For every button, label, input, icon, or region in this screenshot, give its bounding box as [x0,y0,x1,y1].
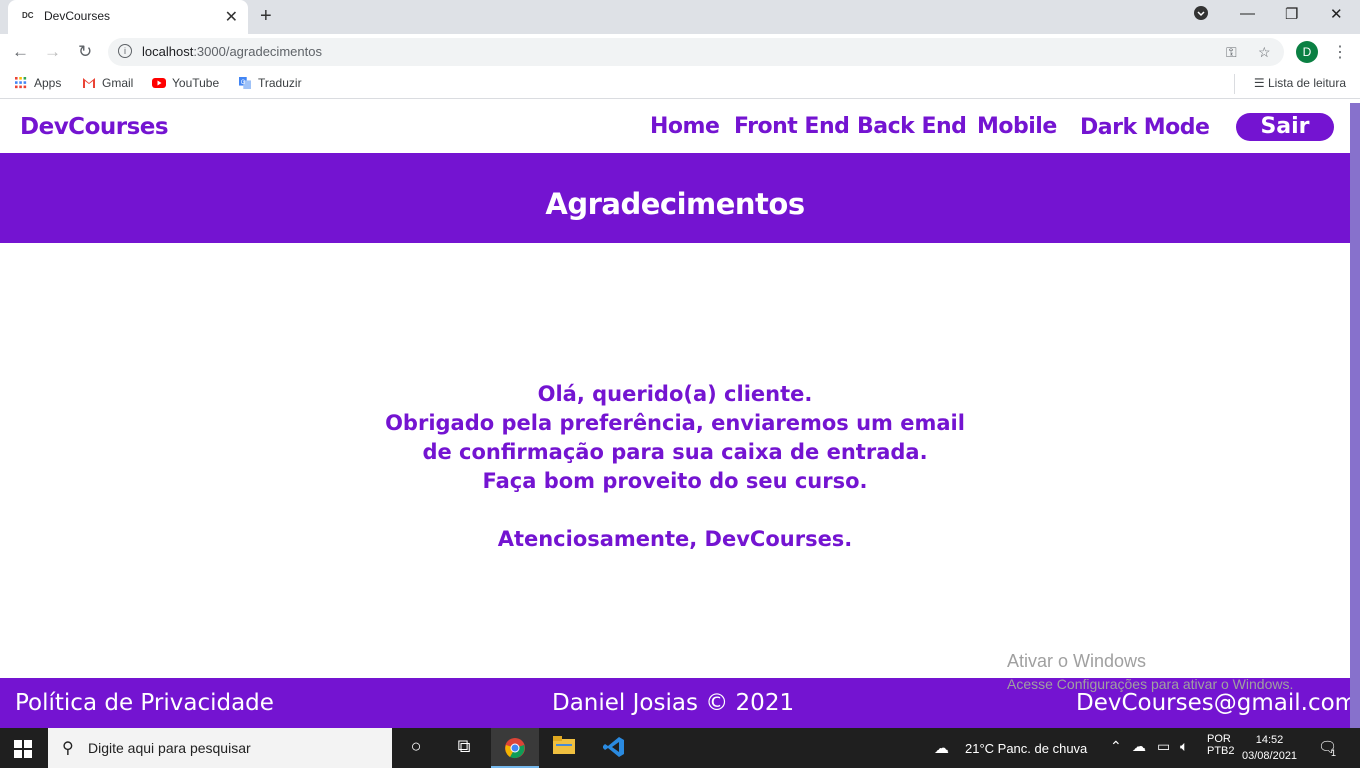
translate-icon: G [239,77,251,89]
file-explorer-icon[interactable] [552,736,576,760]
copyright: Daniel Josias © 2021 [552,690,795,716]
tab-strip: DC DevCourses ✕ + — ❐ ✕ [0,0,1360,34]
bookmark-label: YouTube [172,76,220,90]
volume-icon[interactable]: 🔈︎ [1180,738,1188,755]
close-window-icon[interactable]: ✕ [1330,5,1343,23]
weather-icon[interactable]: ☁ [934,739,949,757]
bookmark-label: Gmail [102,76,134,90]
reading-list[interactable]: ☰ Lista de leitura [1254,76,1346,90]
browser-tab[interactable]: DC DevCourses ✕ [8,0,248,34]
reload-icon[interactable]: ↻ [78,42,92,62]
message-line: Obrigado pela preferência, enviaremos um… [385,411,965,435]
page: DevCourses Home Front End Back End Mobil… [0,103,1357,728]
weather-text[interactable]: 21°C Panc. de chuva [965,741,1087,756]
bookmark-gmail[interactable]: Gmail [82,76,133,90]
tab-title: DevCourses [44,9,111,23]
dark-mode-toggle[interactable]: Dark Mode [1080,115,1210,140]
site-brand[interactable]: DevCourses [20,114,169,140]
bookmarks-bar: Apps Gmail YouTube G Traduzir ☰ Lista de… [0,70,1360,99]
windows-activation-watermark: Ativar o Windows Acesse Configurações pa… [1007,651,1293,692]
bookmark-traduzir[interactable]: G Traduzir [238,76,302,90]
cortana-icon[interactable]: ○ [404,736,428,760]
site-favicon-icon: DC [22,11,34,20]
nav-mobile[interactable]: Mobile [977,114,1057,139]
contact-email[interactable]: DevCourses@gmail.com [1076,690,1357,716]
onedrive-icon[interactable]: ☁ [1132,738,1146,755]
bookmark-label: Traduzir [258,76,302,90]
reading-list-label: Lista de leitura [1267,76,1346,90]
site-info-icon[interactable]: i [118,44,132,58]
apps-grid-icon [15,77,27,89]
nav-front-end[interactable]: Front End [734,114,850,139]
clock[interactable]: 14:52 03/08/2021 [1242,732,1297,764]
bookmark-youtube[interactable]: YouTube [152,76,219,90]
reading-list-icon: ☰ [1253,76,1265,90]
new-tab-icon[interactable]: + [260,5,272,28]
minimize-icon[interactable]: — [1240,5,1255,22]
chrome-icon [505,738,525,759]
time: 14:52 [1255,734,1284,746]
signature: Atenciosamente, DevCourses. [497,527,853,551]
gmail-icon [83,78,95,88]
back-icon[interactable]: ← [12,42,29,62]
watermark-title: Ativar o Windows [1007,651,1147,671]
task-view-icon[interactable]: ⧉ [452,736,476,760]
windows-taskbar: ⚲ Digite aqui para pesquisar ○ ⧉ ☁ 21°C … [0,728,1360,768]
close-tab-icon[interactable]: ✕ [225,7,238,27]
tab-search-icon[interactable] [1193,5,1209,25]
nav-back-end[interactable]: Back End [857,114,967,139]
notification-count: 1 [1331,748,1337,758]
scrollbar[interactable] [1350,103,1360,728]
show-hidden-icons-icon[interactable]: ⌃ [1110,738,1122,755]
site-navbar: DevCourses Home Front End Back End Mobil… [0,103,1350,153]
date: 03/08/2021 [1242,750,1298,762]
key-icon[interactable]: ⚿ [1226,44,1237,61]
logout-button[interactable]: Sair [1236,113,1334,141]
page-header: Agradecimentos [0,153,1350,243]
bookmark-star-icon[interactable]: ☆ [1258,44,1271,61]
address-bar[interactable]: i localhost:3000/agradecimentos ⚿ ☆ [108,38,1284,66]
menu-icon[interactable]: ⋮ [1332,42,1348,62]
vscode-icon[interactable] [602,736,626,760]
taskbar-search[interactable]: ⚲ Digite aqui para pesquisar [48,728,392,768]
keyboard-layout: PTB2 [1207,745,1235,757]
message-line: de confirmação para sua caixa de entrada… [422,440,928,464]
profile-avatar[interactable]: D [1296,41,1318,63]
language-indicator[interactable]: POR PTB2 [1207,733,1235,757]
divider [1234,74,1235,94]
url-text: localhost:3000/agradecimentos [142,44,322,59]
page-title: Agradecimentos [545,187,805,221]
watermark-subtitle: Acesse Configurações para ativar o Windo… [1007,676,1294,692]
privacy-link[interactable]: Política de Privacidade [15,690,274,716]
search-placeholder: Digite aqui para pesquisar [88,740,251,756]
message-line: Olá, querido(a) cliente. [537,382,813,406]
network-icon[interactable]: ▭ [1157,738,1170,755]
chrome-taskbar-button[interactable] [491,728,539,768]
lang-code: POR [1207,733,1231,745]
thank-you-message: Olá, querido(a) cliente. Obrigado pela p… [0,380,1350,554]
maximize-icon[interactable]: ❐ [1285,5,1298,23]
browser-toolbar: ← → ↻ i localhost:3000/agradecimentos ⚿ … [0,34,1360,70]
search-icon: ⚲ [62,740,74,757]
forward-icon[interactable]: → [44,42,61,62]
message-line: Faça bom proveito do seu curso. [482,469,868,493]
youtube-icon [152,78,166,88]
bookmark-label: Apps [34,76,62,90]
svg-text:G: G [241,80,246,86]
nav-home[interactable]: Home [650,114,720,139]
bookmark-apps[interactable]: Apps [14,76,61,90]
windows-start-icon[interactable] [14,740,32,758]
